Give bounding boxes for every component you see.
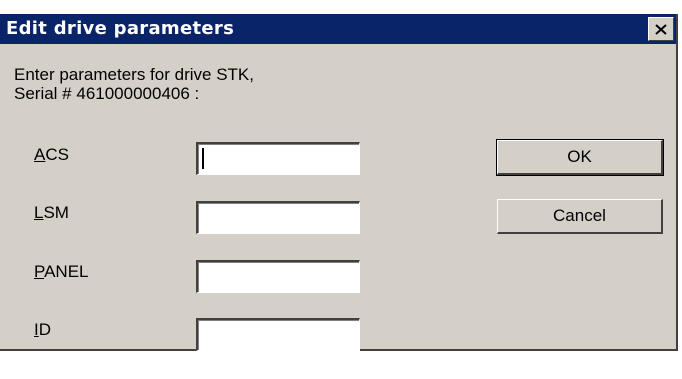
id-label-rest: D [38, 320, 52, 339]
panel-input[interactable] [196, 260, 360, 293]
instruction-line-2: Serial # 461000000406 : [14, 84, 200, 103]
dialog-title: Edit drive parameters [6, 18, 235, 39]
id-input[interactable] [196, 318, 360, 351]
cancel-button[interactable]: Cancel [497, 199, 663, 234]
panel-label: PANEL [34, 262, 89, 282]
close-icon [655, 23, 667, 35]
screen-background [0, 0, 682, 14]
instruction-line-1: Enter parameters for drive STK, [14, 65, 254, 84]
acs-label: ACS [34, 145, 69, 165]
acs-label-rest: CS [45, 145, 69, 164]
id-label: ID [34, 320, 51, 340]
edit-drive-parameters-dialog: Edit drive parameters Enter parameters f… [0, 14, 678, 351]
close-button[interactable] [648, 17, 674, 41]
acs-label-mnemonic: A [34, 145, 46, 164]
lsm-label-rest: SM [43, 203, 69, 222]
instruction-text: Enter parameters for drive STK, Serial #… [14, 65, 254, 103]
acs-input[interactable] [196, 142, 360, 175]
dialog-titlebar: Edit drive parameters [0, 14, 676, 44]
text-caret [202, 148, 204, 169]
ok-button[interactable]: OK [496, 139, 664, 176]
lsm-input[interactable] [196, 201, 360, 234]
panel-label-mnemonic: P [34, 262, 45, 281]
lsm-label: LSM [34, 203, 69, 223]
panel-label-rest: ANEL [44, 262, 89, 281]
